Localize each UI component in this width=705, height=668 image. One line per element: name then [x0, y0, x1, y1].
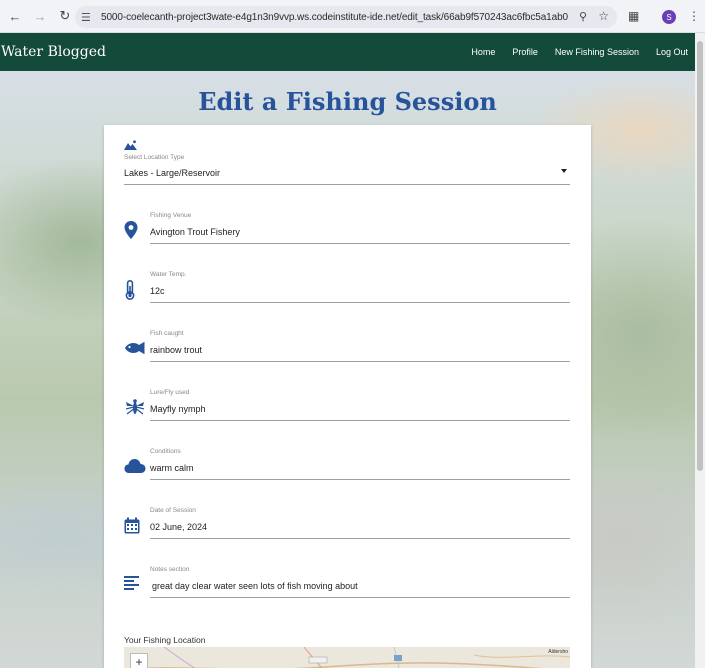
extensions-icon[interactable]: ▦ — [628, 9, 642, 23]
forward-icon[interactable]: → — [30, 6, 50, 26]
address-bar[interactable]: ☰ 5000-coelecanth-project3wate-e4g1n3n9v… — [75, 6, 617, 28]
bookmark-star-icon[interactable]: ☆ — [598, 9, 609, 23]
landscape-icon — [124, 137, 140, 155]
notes-icon — [124, 576, 140, 594]
browser-menu-icon[interactable]: ⋮ — [688, 9, 700, 23]
date-input[interactable]: 02 June, 2024 — [150, 522, 207, 532]
water-temp-label: Water Temp. — [150, 271, 187, 278]
conditions-label: Conditions — [150, 448, 181, 455]
location-type-value[interactable]: Lakes - Large/Reservoir — [124, 168, 220, 178]
edit-session-form: Select Location Type Lakes - Large/Reser… — [104, 125, 591, 668]
date-label: Date of Session — [150, 507, 196, 514]
venue-underline — [150, 243, 570, 244]
notes-label: Notes section — [150, 566, 190, 573]
profile-avatar[interactable]: S — [662, 10, 676, 24]
notes-underline — [150, 597, 570, 598]
location-map[interactable]: + Aldersho — [124, 647, 570, 668]
thermometer-icon — [124, 280, 140, 300]
url-text[interactable]: 5000-coelecanth-project3wate-e4g1n3n9vvp… — [101, 12, 568, 23]
page-title: Edit a Fishing Session — [198, 87, 497, 116]
nav-new-session-link[interactable]: New Fishing Session — [555, 47, 639, 57]
fish-caught-input[interactable]: rainbow trout — [150, 345, 202, 355]
site-settings-icon[interactable]: ☰ — [81, 11, 97, 24]
nav-profile-link[interactable]: Profile — [512, 47, 538, 57]
browser-toolbar: ← → ↻ ☰ 5000-coelecanth-project3wate-e4g… — [0, 0, 705, 33]
location-type-label: Select Location Type — [124, 154, 185, 161]
fish-caught-label: Fish caught — [150, 330, 184, 337]
fishing-location-section: Your Fishing Location + Aldersho — [124, 635, 570, 668]
lure-input[interactable]: Mayfly nymph — [150, 404, 206, 414]
fish-caught-underline — [150, 361, 570, 362]
water-temp-input[interactable]: 12c — [150, 286, 165, 296]
lure-label: Lure/Fly used — [150, 389, 190, 396]
location-pin-icon — [124, 221, 140, 239]
conditions-input[interactable]: warm calm — [150, 463, 194, 473]
lure-underline — [150, 420, 570, 421]
mosquito-icon — [124, 398, 145, 416]
nav-home-link[interactable]: Home — [471, 47, 495, 57]
nav-links: Home Profile New Fishing Session Log Out — [471, 33, 688, 71]
map-place-label: Aldersho — [548, 649, 568, 655]
fish-icon — [124, 341, 145, 359]
dropdown-caret-icon[interactable] — [561, 169, 567, 173]
zoom-icon[interactable]: ⚲ — [579, 10, 587, 23]
water-temp-underline — [150, 302, 570, 303]
venue-label: Fishing Venue — [150, 212, 192, 219]
notes-textarea[interactable]: great day clear water seen lots of fish … — [152, 581, 358, 591]
page-scrollbar[interactable] — [695, 33, 705, 668]
calendar-icon — [124, 517, 140, 535]
back-icon[interactable]: ← — [5, 6, 25, 26]
map-zoom-in-button[interactable]: + — [130, 653, 148, 668]
date-underline — [150, 538, 570, 539]
site-navbar: Water Blogged Home Profile New Fishing S… — [0, 33, 695, 71]
brand-logo[interactable]: Water Blogged — [1, 44, 106, 60]
map-label: Your Fishing Location — [124, 635, 206, 645]
cloud-icon — [124, 458, 146, 476]
scrollbar-thumb[interactable] — [697, 41, 703, 471]
map-roads — [128, 647, 570, 668]
reload-icon[interactable]: ↻ — [55, 6, 75, 26]
select-underline — [124, 184, 570, 185]
conditions-underline — [150, 479, 570, 480]
nav-logout-link[interactable]: Log Out — [656, 47, 688, 57]
venue-input[interactable]: Avington Trout Fishery — [150, 227, 240, 237]
